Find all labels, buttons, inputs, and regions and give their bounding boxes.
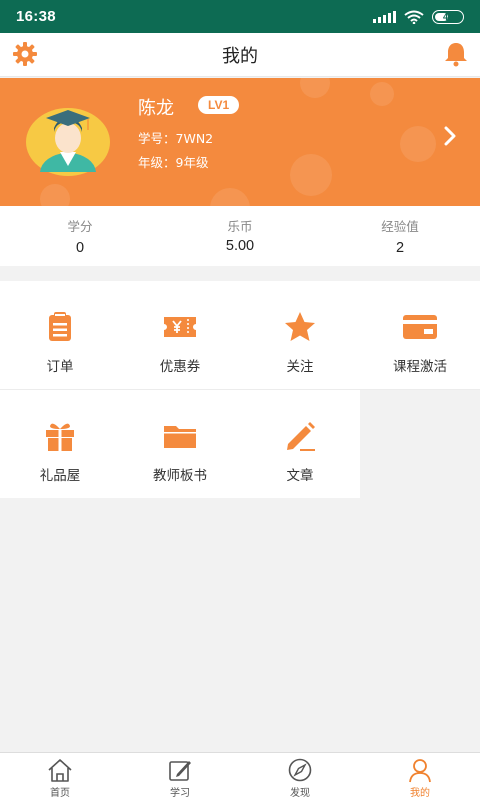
bottom-tab-bar: 首页 学习 发现 我的 [0, 752, 480, 800]
tab-home[interactable]: 首页 [0, 753, 120, 800]
tab-label: 发现 [290, 788, 310, 799]
stat-label: 乐币 [227, 219, 253, 234]
wifi-icon [404, 10, 424, 24]
home-icon [48, 759, 72, 782]
tab-label: 首页 [50, 788, 70, 799]
stats-bar: 学分 0 乐币 5.00 经验值 2 [0, 206, 480, 266]
person-icon [409, 759, 431, 783]
menu-item-label: 课程激活 [393, 359, 447, 375]
tab-mine[interactable]: 我的 [360, 753, 480, 800]
chevron-right-icon[interactable] [442, 125, 458, 147]
gift-icon [46, 423, 74, 451]
title-bar: 我的 [0, 33, 480, 77]
pen-icon [287, 422, 315, 451]
compass-icon [288, 758, 312, 782]
clipboard-icon [49, 312, 71, 341]
student-id: 学号：7WN2 [138, 131, 214, 146]
grade-label: 年级：9年级 [138, 155, 209, 170]
stat-credits[interactable]: 学分 0 [0, 206, 160, 266]
battery-icon: 44 [432, 9, 464, 24]
avatar[interactable] [24, 102, 112, 176]
coupon-icon [164, 317, 196, 337]
menu-item-label: 订单 [46, 359, 74, 375]
tab-label: 学习 [170, 788, 190, 799]
menu-item-follow[interactable]: 关注 [240, 281, 360, 389]
tab-discover[interactable]: 发现 [240, 753, 360, 800]
menu-item-orders[interactable]: 订单 [0, 281, 120, 389]
status-time: 16:38 [16, 8, 56, 25]
menu-item-articles[interactable]: 文章 [240, 390, 360, 498]
profile-card[interactable]: 陈龙 LV1 学号：7WN2 年级：9年级 [0, 78, 480, 206]
stat-value: 0 [75, 240, 85, 256]
signal-icon [373, 10, 396, 23]
battery-level: 44 [442, 11, 453, 22]
tab-label: 我的 [410, 788, 430, 799]
menu-item-label: 教师板书 [153, 468, 207, 484]
menu-grid: 订单 优惠券 关注 课程激活 礼品屋 教师板书 文章 [0, 281, 480, 498]
empty-cell [360, 390, 480, 498]
menu-item-teacher-board[interactable]: 教师板书 [120, 390, 240, 498]
card-icon [403, 315, 437, 339]
tab-study[interactable]: 学习 [120, 753, 240, 800]
stat-value: 5.00 [225, 238, 255, 254]
level-badge: LV1 [198, 96, 240, 114]
status-bar: 16:38 44 [0, 0, 480, 33]
stat-label: 学分 [67, 219, 93, 234]
star-icon [285, 312, 315, 341]
menu-item-course-activation[interactable]: 课程激活 [360, 281, 480, 389]
stat-experience[interactable]: 经验值 2 [320, 206, 480, 266]
user-name: 陈龙 [138, 98, 174, 119]
stat-value: 2 [395, 240, 405, 256]
menu-item-label: 优惠券 [159, 359, 201, 375]
menu-item-gift-shop[interactable]: 礼品屋 [0, 390, 120, 498]
stat-label: 经验值 [381, 219, 419, 234]
menu-item-coupons[interactable]: 优惠券 [120, 281, 240, 389]
folder-icon [164, 426, 196, 448]
menu-item-label: 文章 [286, 468, 314, 484]
page-title: 我的 [222, 45, 258, 67]
bell-icon[interactable] [442, 40, 470, 68]
menu-item-label: 礼品屋 [39, 468, 81, 484]
gear-icon[interactable] [12, 41, 38, 67]
stat-coins[interactable]: 乐币 5.00 [160, 206, 320, 266]
study-icon [169, 761, 191, 781]
menu-item-label: 关注 [286, 359, 314, 375]
